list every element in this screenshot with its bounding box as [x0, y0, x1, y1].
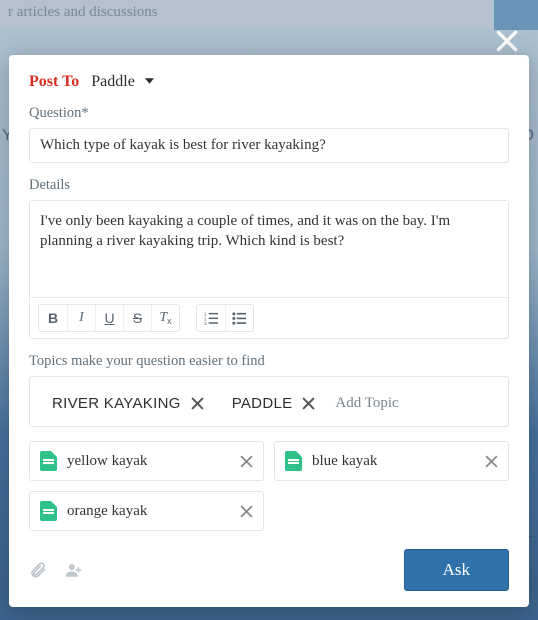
ask-button[interactable]: Ask: [404, 549, 509, 591]
file-icon: [40, 451, 57, 471]
bold-button[interactable]: B: [39, 305, 67, 331]
clear-format-button[interactable]: Tx: [151, 305, 179, 331]
details-textarea[interactable]: [30, 201, 508, 297]
format-group: B I U S Tx: [38, 304, 180, 332]
attachment-item: yellow kayak: [29, 441, 264, 481]
chips-row: RIVER KAYAKING PADDLE: [40, 387, 498, 420]
unordered-list-button[interactable]: [225, 305, 253, 331]
chip-remove-icon[interactable]: [191, 397, 204, 410]
attachment-name: yellow kayak: [67, 453, 147, 470]
attachment-remove-icon[interactable]: [485, 455, 498, 468]
topic-chip-label: RIVER KAYAKING: [52, 395, 181, 412]
add-topic-input[interactable]: [331, 387, 498, 420]
caret-down-icon: [145, 71, 154, 89]
post-to-row: Post To Paddle: [29, 73, 509, 91]
file-icon: [40, 501, 57, 521]
topic-chip: PADDLE: [220, 387, 324, 420]
post-to-selector[interactable]: Paddle: [91, 73, 154, 90]
topic-chip-label: PADDLE: [232, 395, 293, 412]
details-label: Details: [29, 177, 509, 194]
question-label: Question*: [29, 105, 509, 122]
topics-box: RIVER KAYAKING PADDLE: [29, 376, 509, 427]
attachment-item: blue kayak: [274, 441, 509, 481]
attachments-row: yellow kayak blue kayak orange kayak: [29, 441, 509, 531]
attachment-name: orange kayak: [67, 503, 147, 520]
list-group: 1 2 3: [196, 304, 254, 332]
post-to-target-text: Paddle: [91, 73, 135, 90]
topic-chip: RIVER KAYAKING: [40, 387, 212, 420]
underline-button[interactable]: U: [95, 305, 123, 331]
question-input[interactable]: [29, 128, 509, 163]
details-editor: B I U S Tx 1 2 3: [29, 200, 509, 339]
close-icon[interactable]: [494, 28, 520, 54]
modal-footer: Ask: [29, 537, 509, 591]
editor-toolbar: B I U S Tx 1 2 3: [30, 297, 508, 338]
topics-label: Topics make your question easier to find: [29, 353, 509, 370]
attachment-remove-icon[interactable]: [240, 455, 253, 468]
ordered-list-button[interactable]: 1 2 3: [197, 305, 225, 331]
post-modal: Post To Paddle Question* Details B I U S…: [9, 55, 529, 607]
strike-button[interactable]: S: [123, 305, 151, 331]
post-to-label: Post To: [29, 73, 79, 90]
chip-remove-icon[interactable]: [302, 397, 315, 410]
italic-button[interactable]: I: [67, 305, 95, 331]
attachment-item: orange kayak: [29, 491, 264, 531]
file-icon: [285, 451, 302, 471]
add-person-icon[interactable]: [65, 561, 83, 579]
attachment-remove-icon[interactable]: [240, 505, 253, 518]
attachment-name: blue kayak: [312, 453, 377, 470]
attach-file-icon[interactable]: [29, 561, 47, 579]
svg-text:3: 3: [204, 321, 207, 326]
